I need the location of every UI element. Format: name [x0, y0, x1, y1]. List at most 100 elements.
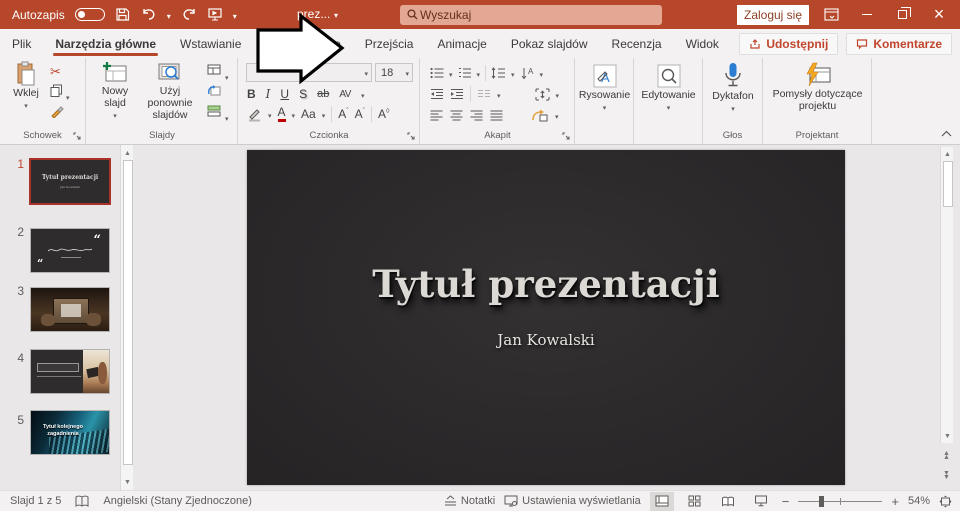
comments-button[interactable]: Komentarze [846, 33, 952, 55]
text-shadow-button[interactable]: S [299, 87, 307, 101]
restore-button[interactable] [888, 0, 916, 29]
minimize-button[interactable] [853, 0, 881, 29]
share-button[interactable]: Udostępnij [739, 33, 838, 55]
save-icon[interactable] [115, 7, 131, 23]
undo-icon[interactable] [141, 7, 157, 23]
zoom-level[interactable]: 54% [908, 495, 930, 507]
tab-pokaz-slajdow[interactable]: Pokaz slajdów [499, 29, 600, 58]
reading-view-button[interactable] [716, 492, 740, 511]
tab-animacje[interactable]: Animacje [425, 29, 498, 58]
document-title-dropdown[interactable] [334, 7, 338, 21]
character-spacing-button[interactable]: AV [339, 89, 351, 100]
slide-thumbnail-3[interactable] [30, 287, 110, 332]
slideshow-view-button[interactable] [749, 492, 773, 511]
align-left-icon[interactable] [430, 110, 443, 121]
align-justify-icon[interactable] [490, 110, 503, 121]
next-slide-button[interactable]: ▼▼ [940, 470, 953, 482]
document-title[interactable]: prez... [297, 7, 330, 21]
fit-slide-to-window-button[interactable] [939, 495, 952, 508]
redo-icon[interactable] [181, 7, 197, 23]
drawing-button[interactable]: A Rysowanie [575, 63, 634, 113]
paragraph-dialog-launcher[interactable] [562, 132, 571, 141]
canvas-scrollbar[interactable]: ▲ ▼ [940, 147, 953, 443]
font-color-button[interactable]: A [278, 106, 286, 122]
clipboard-dialog-launcher[interactable] [73, 132, 82, 141]
bullets-dropdown[interactable] [449, 64, 453, 82]
scroll-up-icon[interactable]: ▲ [941, 148, 954, 160]
slide-indicator[interactable]: Slajd 1 z 5 [10, 495, 61, 507]
canvas-scrollbar-thumb[interactable] [943, 161, 953, 207]
notes-button[interactable]: Notatki [444, 495, 495, 507]
editing-button[interactable]: Edytowanie [634, 63, 703, 113]
character-spacing-dropdown[interactable] [361, 85, 365, 103]
cut-button[interactable]: ✂ [50, 64, 61, 80]
tab-wstawianie[interactable]: Wstawianie [168, 29, 253, 58]
zoom-slider[interactable] [798, 501, 882, 502]
current-slide[interactable]: Tytuł prezentacji Jan Kowalski [247, 150, 845, 485]
change-case-dropdown[interactable] [322, 105, 326, 123]
font-size-combo[interactable]: 18 [375, 63, 413, 82]
section-dropdown[interactable] [225, 108, 229, 126]
tab-narzedzia-glowne[interactable]: Narzędzia główne [43, 29, 168, 58]
text-direction-dropdown[interactable] [556, 85, 560, 103]
grow-font-button[interactable]: Aˆ [338, 107, 348, 121]
design-ideas-button[interactable]: Pomysły dotyczące projektu [768, 62, 867, 112]
start-slideshow-icon[interactable] [207, 7, 223, 23]
format-painter-button[interactable] [50, 104, 64, 118]
bold-button[interactable]: B [247, 87, 256, 101]
text-direction-icon[interactable] [535, 88, 550, 101]
underline-button[interactable]: U [280, 87, 289, 101]
dictate-button[interactable]: Dyktafon [703, 62, 763, 114]
close-button[interactable] [925, 0, 953, 29]
clear-formatting-button[interactable]: A◊ [378, 107, 389, 121]
new-slide-button[interactable]: Nowy slajd [93, 61, 137, 121]
undo-dropdown[interactable] [167, 8, 171, 22]
tab-recenzja[interactable]: Recenzja [600, 29, 674, 58]
line-spacing-icon[interactable] [491, 67, 506, 79]
layout-dropdown[interactable] [225, 67, 229, 85]
spellcheck-icon[interactable] [75, 495, 89, 508]
smartart-dropdown[interactable] [555, 106, 559, 124]
align-right-icon[interactable] [470, 110, 483, 121]
slide-layout-button[interactable] [207, 64, 221, 75]
sort-text-dropdown[interactable] [540, 64, 544, 82]
sign-in-button[interactable]: Zaloguj się [737, 5, 809, 25]
font-dialog-launcher[interactable] [407, 132, 416, 141]
tab-przejscia[interactable]: Przejścia [353, 29, 426, 58]
search-input[interactable]: Wyszukaj [400, 5, 662, 25]
quick-access-overflow[interactable] [233, 8, 237, 22]
slide-subtitle[interactable]: Jan Kowalski [247, 331, 845, 349]
smartart-icon[interactable] [531, 109, 548, 122]
copy-dropdown[interactable] [66, 87, 70, 105]
line-spacing-dropdown[interactable] [511, 64, 515, 82]
slide-thumbnail-2[interactable]: “ “ [30, 228, 110, 273]
paste-button[interactable]: Wklej [7, 61, 45, 111]
copy-button[interactable] [50, 84, 63, 97]
change-case-button[interactable]: Aa [301, 107, 316, 121]
thumbnail-scrollbar-thumb[interactable] [123, 160, 133, 465]
previous-slide-button[interactable]: ▲▲ [940, 450, 953, 462]
font-color-dropdown[interactable] [292, 105, 296, 123]
numbering-dropdown[interactable] [477, 64, 481, 82]
zoom-in-button[interactable]: + [891, 494, 899, 509]
autosave-toggle[interactable] [75, 8, 105, 21]
reset-slide-button[interactable] [207, 84, 221, 97]
numbering-icon[interactable] [458, 67, 472, 79]
zoom-out-button[interactable]: − [782, 494, 790, 509]
reuse-slides-button[interactable]: Użyj ponownie slajdów [139, 61, 201, 121]
tab-widok[interactable]: Widok [674, 29, 731, 58]
slide-sorter-view-button[interactable] [683, 492, 707, 511]
tab-plik[interactable]: Plik [0, 29, 43, 58]
italic-button[interactable]: I [266, 87, 271, 101]
normal-view-button[interactable] [650, 492, 674, 511]
decrease-indent-icon[interactable] [430, 88, 444, 100]
zoom-slider-handle[interactable] [819, 496, 824, 507]
highlight-pen-dropdown[interactable] [268, 105, 272, 123]
strikethrough-button[interactable]: ab [317, 88, 329, 100]
highlight-pen-icon[interactable] [247, 107, 262, 122]
thumbnail-scrollbar[interactable]: ▲ ▼ [120, 145, 133, 490]
scroll-down-icon[interactable]: ▼ [941, 430, 954, 442]
tab-projektowanie[interactable]: Projektowanie [253, 29, 352, 58]
collapse-ribbon-button[interactable] [941, 130, 952, 137]
sort-text-icon[interactable]: A [520, 67, 535, 80]
